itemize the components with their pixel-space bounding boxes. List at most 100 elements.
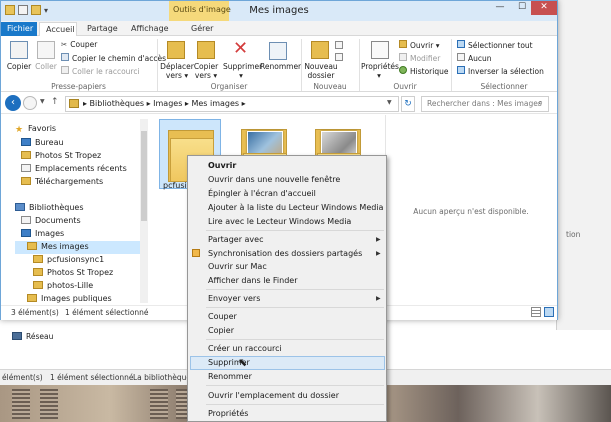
menu-item-afficher-finder[interactable]: Afficher dans le Finder	[208, 276, 297, 285]
library-icon	[15, 203, 25, 211]
menu-separator	[206, 289, 384, 290]
rename-button[interactable]: Renommer	[260, 62, 301, 71]
tab-partage[interactable]: Partage	[81, 22, 124, 36]
recent-locations-icon[interactable]: ▼	[40, 98, 45, 105]
select-all-icon	[457, 40, 465, 48]
customize-quick-access-icon[interactable]: ▾	[44, 6, 48, 15]
open-button[interactable]: Ouvrir ▾	[399, 40, 440, 50]
sidebar-item-photos-st-tropez-2[interactable]: Photos St Tropez	[33, 268, 113, 281]
search-icon[interactable]: ⌕	[538, 98, 543, 108]
menu-item-ajouter-lecteur[interactable]: Ajouter à la liste du Lecteur Windows Me…	[208, 203, 383, 212]
cut-button[interactable]: ✂ Couper	[61, 40, 97, 49]
menu-item-ouvrir-sur-mac[interactable]: Ouvrir sur Mac	[208, 262, 267, 271]
sync-icon	[192, 249, 200, 257]
copy-path-button[interactable]: Copier le chemin d'accès	[61, 53, 166, 63]
up-button[interactable]: ↑	[51, 97, 59, 107]
large-icons-view-button[interactable]	[544, 307, 554, 317]
edit-button[interactable]: Modifier	[399, 53, 440, 63]
nav-scrollbar-thumb[interactable]	[141, 131, 147, 221]
star-icon: ★	[15, 125, 24, 135]
copy-icon[interactable]	[10, 41, 28, 59]
menu-item-creer-raccourci[interactable]: Créer un raccourci	[208, 344, 282, 353]
paste-button[interactable]: Coller	[33, 62, 59, 71]
menu-item-lire-lecteur[interactable]: Lire avec le Lecteur Windows Media	[208, 217, 351, 226]
close-button[interactable]: ✕	[531, 1, 557, 15]
properties-button[interactable]: Propriétés ▾	[361, 62, 399, 80]
select-all-button[interactable]: Sélectionner tout	[457, 40, 533, 50]
move-to-icon[interactable]	[167, 41, 185, 59]
menu-item-envoyer-vers[interactable]: Envoyer vers	[208, 294, 260, 303]
background-status-path: La bibliothèque	[133, 373, 191, 382]
menu-item-ouvrir-emplacement[interactable]: Ouvrir l'emplacement du dossier	[208, 391, 339, 400]
sidebar-item-documents[interactable]: Documents	[21, 216, 81, 229]
sidebar-item-photos-lille[interactable]: photos-Lille	[33, 281, 93, 294]
folder-icon[interactable]	[5, 5, 15, 15]
tab-gerer[interactable]: Gérer	[185, 22, 219, 36]
menu-item-partager-avec[interactable]: Partager avec	[208, 235, 263, 244]
refresh-button[interactable]: ↻	[401, 96, 415, 112]
menu-item-epingler[interactable]: Épingler à l'écran d'accueil	[208, 189, 316, 198]
move-to-button[interactable]: Déplacer vers ▾	[159, 62, 195, 80]
sidebar-item-mes-images[interactable]: Mes images	[27, 242, 89, 255]
sidebar-item-telechargements[interactable]: Téléchargements	[21, 177, 103, 190]
images-icon	[21, 229, 31, 237]
easy-access-icon[interactable]	[335, 53, 343, 61]
address-dropdown-icon[interactable]: ▼	[387, 99, 392, 106]
menu-separator	[206, 307, 384, 308]
sidebar-item-images[interactable]: Images	[21, 229, 64, 242]
new-folder-button[interactable]: Nouveau dossier	[303, 62, 339, 80]
background-network-label[interactable]: Réseau	[12, 332, 53, 341]
menu-item-renommer[interactable]: Renommer	[208, 372, 252, 381]
properties-icon[interactable]	[18, 5, 28, 15]
paste-shortcut-icon	[61, 66, 69, 74]
sidebar-item-bibliotheques[interactable]: Bibliothèques	[15, 203, 84, 216]
rename-icon[interactable]	[269, 42, 287, 60]
sidebar-item-bureau[interactable]: Bureau	[21, 138, 64, 151]
forward-button[interactable]	[23, 96, 37, 110]
network-icon	[12, 332, 22, 340]
menu-item-couper[interactable]: Couper	[208, 312, 237, 321]
search-placeholder[interactable]: Rechercher dans : Mes images	[427, 99, 542, 108]
new-item-icon[interactable]	[335, 41, 343, 49]
new-folder-icon[interactable]	[311, 41, 329, 59]
sidebar-item-photos-st-tropez[interactable]: Photos St Tropez	[21, 151, 101, 164]
menu-item-proprietes[interactable]: Propriétés	[208, 409, 248, 418]
menu-item-ouvrir[interactable]: Ouvrir	[208, 161, 236, 170]
menu-separator	[206, 404, 384, 405]
group-label-presse-papiers: Presse-papiers	[51, 82, 106, 91]
status-item-count: 3 élément(s)	[11, 308, 59, 317]
folder-icon	[27, 242, 37, 250]
submenu-arrow-icon: ▶	[376, 236, 381, 243]
invert-selection-button[interactable]: Inverser la sélection	[457, 66, 544, 76]
scissors-icon: ✂	[61, 40, 68, 49]
delete-button[interactable]: Supprimer ▾	[223, 62, 262, 80]
tab-accueil[interactable]: Accueil	[39, 22, 77, 37]
menu-item-synchronisation[interactable]: Synchronisation des dossiers partagés	[208, 249, 362, 258]
status-selection-count: 1 élément sélectionné	[65, 308, 149, 317]
details-view-button[interactable]	[531, 307, 541, 317]
window-title: Mes images	[249, 5, 309, 16]
copy-to-icon[interactable]	[197, 41, 215, 59]
select-none-button[interactable]: Aucun	[457, 53, 492, 63]
paste-icon[interactable]	[37, 41, 55, 59]
back-button[interactable]: ‹	[5, 95, 21, 111]
menu-item-ouvrir-nouvelle-fenetre[interactable]: Ouvrir dans une nouvelle fenêtre	[208, 175, 340, 184]
sidebar-item-emplacements-recents[interactable]: Emplacements récents	[21, 164, 127, 177]
paste-shortcut-button[interactable]: Coller le raccourci	[61, 66, 140, 76]
delete-icon[interactable]: ✕	[233, 39, 248, 59]
preview-message: Aucun aperçu n'est disponible.	[413, 207, 529, 216]
menu-item-copier[interactable]: Copier	[208, 326, 234, 335]
history-button[interactable]: Historique	[399, 66, 448, 76]
new-folder-icon[interactable]	[31, 5, 41, 15]
sidebar-item-pcfusionsync1[interactable]: pcfusionsync1	[33, 255, 104, 268]
tab-fichier[interactable]: Fichier	[1, 22, 37, 36]
invert-selection-icon	[457, 66, 465, 74]
folder-item-label[interactable]: pcfusi	[163, 181, 187, 190]
sidebar-item-favoris[interactable]: ★ Favoris	[15, 124, 56, 137]
copy-button[interactable]: Copier	[5, 62, 33, 71]
breadcrumb[interactable]: ▸ Bibliothèques ▸ Images ▸ Mes images ▸	[83, 99, 246, 108]
submenu-arrow-icon: ▶	[376, 250, 381, 257]
copy-to-button[interactable]: Copier vers ▾	[191, 62, 221, 80]
tab-affichage[interactable]: Affichage	[125, 22, 175, 36]
properties-icon[interactable]	[371, 41, 389, 59]
